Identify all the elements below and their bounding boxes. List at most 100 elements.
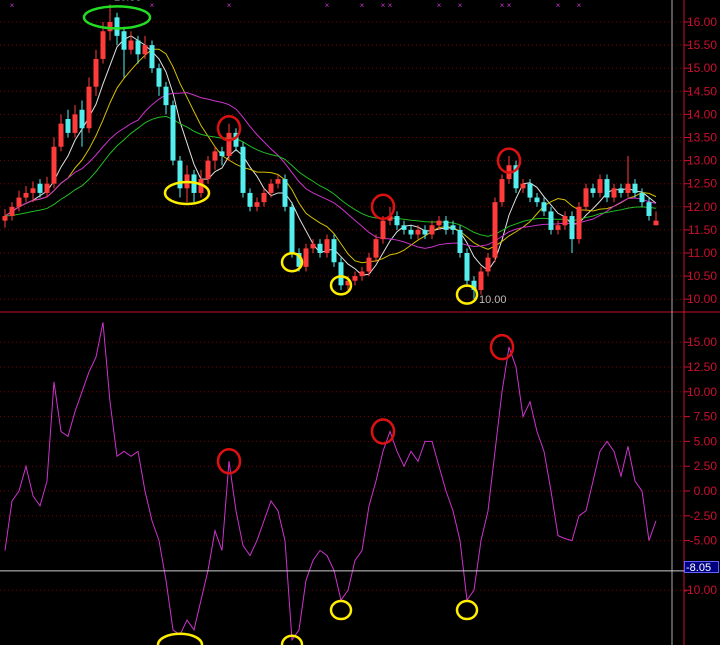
candle xyxy=(639,188,645,207)
ma5-line xyxy=(4,35,657,276)
candle-body xyxy=(492,202,498,258)
candle xyxy=(331,234,337,267)
candle xyxy=(247,188,253,212)
candle-body xyxy=(366,257,372,272)
y-tick-label: 13.50 xyxy=(687,131,717,145)
high-price-label: 16.38 xyxy=(114,0,142,3)
candle-body xyxy=(261,192,267,203)
candle-body xyxy=(653,220,659,226)
candle xyxy=(569,211,575,253)
candle xyxy=(394,211,400,230)
y-tick-label: 15.00 xyxy=(687,61,717,75)
candle-body xyxy=(352,276,358,281)
y-tick-label: 13.00 xyxy=(687,154,717,168)
highlight-circle xyxy=(455,599,479,621)
oscillator-panel[interactable]: 15.00 12.50 10.00 7.50 5.00 2.50 0.00 -2.50 -5.0… xyxy=(0,322,717,645)
y-tick-label: 12.00 xyxy=(687,200,717,214)
signal-marker: × xyxy=(227,1,232,10)
candle-body xyxy=(590,188,596,193)
candle-body xyxy=(464,253,470,281)
candle xyxy=(191,169,197,203)
candle-body xyxy=(499,179,505,203)
candle-body xyxy=(450,225,456,230)
candle xyxy=(65,109,71,138)
candle xyxy=(576,202,582,244)
candle xyxy=(23,186,29,203)
ma60-line xyxy=(4,115,657,237)
candle-body xyxy=(212,151,218,161)
candle xyxy=(604,174,610,203)
candle xyxy=(618,183,624,198)
candle xyxy=(380,216,386,244)
candle xyxy=(128,31,134,55)
candle-body xyxy=(282,179,288,207)
candle-body xyxy=(555,225,561,230)
signal-marker: × xyxy=(556,1,561,10)
candle-body xyxy=(219,151,225,156)
candle xyxy=(611,183,617,203)
y-tick-label: 14.00 xyxy=(687,107,717,121)
candle-body xyxy=(408,229,414,235)
candle-body xyxy=(527,183,533,198)
signal-marker: × xyxy=(360,1,365,10)
candle-body xyxy=(646,202,652,217)
candle xyxy=(506,155,512,184)
candle-body xyxy=(541,202,547,212)
candle xyxy=(541,197,547,217)
candle-body xyxy=(58,123,64,147)
candle-body xyxy=(618,188,624,193)
candle xyxy=(289,202,295,258)
candle-body xyxy=(429,225,435,235)
candle xyxy=(2,209,8,228)
y-tick-label: 10.50 xyxy=(687,269,717,283)
candle xyxy=(51,137,57,189)
candle-body xyxy=(639,192,645,203)
candle-body xyxy=(86,86,92,129)
signal-marker: × xyxy=(381,1,386,10)
candle-body xyxy=(569,216,575,240)
signal-marker: × xyxy=(437,1,442,10)
y-tick-label: 12.50 xyxy=(687,360,717,374)
candle-body xyxy=(520,183,526,189)
candle-body xyxy=(254,202,260,207)
candle-body xyxy=(240,146,246,193)
y-tick-label: 5.00 xyxy=(694,434,718,448)
y-tick-label: 15.50 xyxy=(687,38,717,52)
candle-body xyxy=(443,220,449,230)
candle-body xyxy=(156,68,162,87)
signal-marker: × xyxy=(10,1,15,10)
candle-body xyxy=(331,239,337,263)
candle xyxy=(520,179,526,193)
candle xyxy=(212,146,218,170)
crosshair-value-label: -8.05 xyxy=(684,561,719,574)
y-tick-label: 7.50 xyxy=(694,410,718,424)
candle xyxy=(184,165,190,203)
candle-body xyxy=(548,211,554,230)
y-tick-label: 11.00 xyxy=(688,246,717,260)
highlight-circle xyxy=(370,193,396,221)
stock-chart[interactable]: 16.00 15.50 15.00 14.50 14.00 13.50 13.00 12.50… xyxy=(0,0,720,645)
candle xyxy=(79,100,85,147)
candle-body xyxy=(30,188,36,193)
candle xyxy=(415,225,421,240)
candle xyxy=(254,197,260,212)
y-tick-label: 2.50 xyxy=(694,459,718,473)
signal-marker: × xyxy=(507,1,512,10)
candle-body xyxy=(205,160,211,180)
candle xyxy=(534,192,540,207)
signal-marker: × xyxy=(458,1,463,10)
price-panel[interactable]: 16.00 15.50 15.00 14.50 14.00 13.50 13.00 12.50… xyxy=(0,0,717,306)
signal-marker: × xyxy=(325,1,330,10)
candle-body xyxy=(394,216,400,226)
signal-marker: × xyxy=(577,1,582,10)
candle-body xyxy=(170,105,176,161)
y-tick-label: 11.50 xyxy=(688,223,717,237)
candle-body xyxy=(107,22,113,32)
candle xyxy=(303,243,309,272)
y-tick-label: 15.00 xyxy=(687,335,717,349)
signal-marker: × xyxy=(500,1,505,10)
candle-body xyxy=(79,109,85,129)
candle-body xyxy=(534,197,540,203)
candle-body xyxy=(457,229,463,253)
candle-body xyxy=(478,271,484,290)
